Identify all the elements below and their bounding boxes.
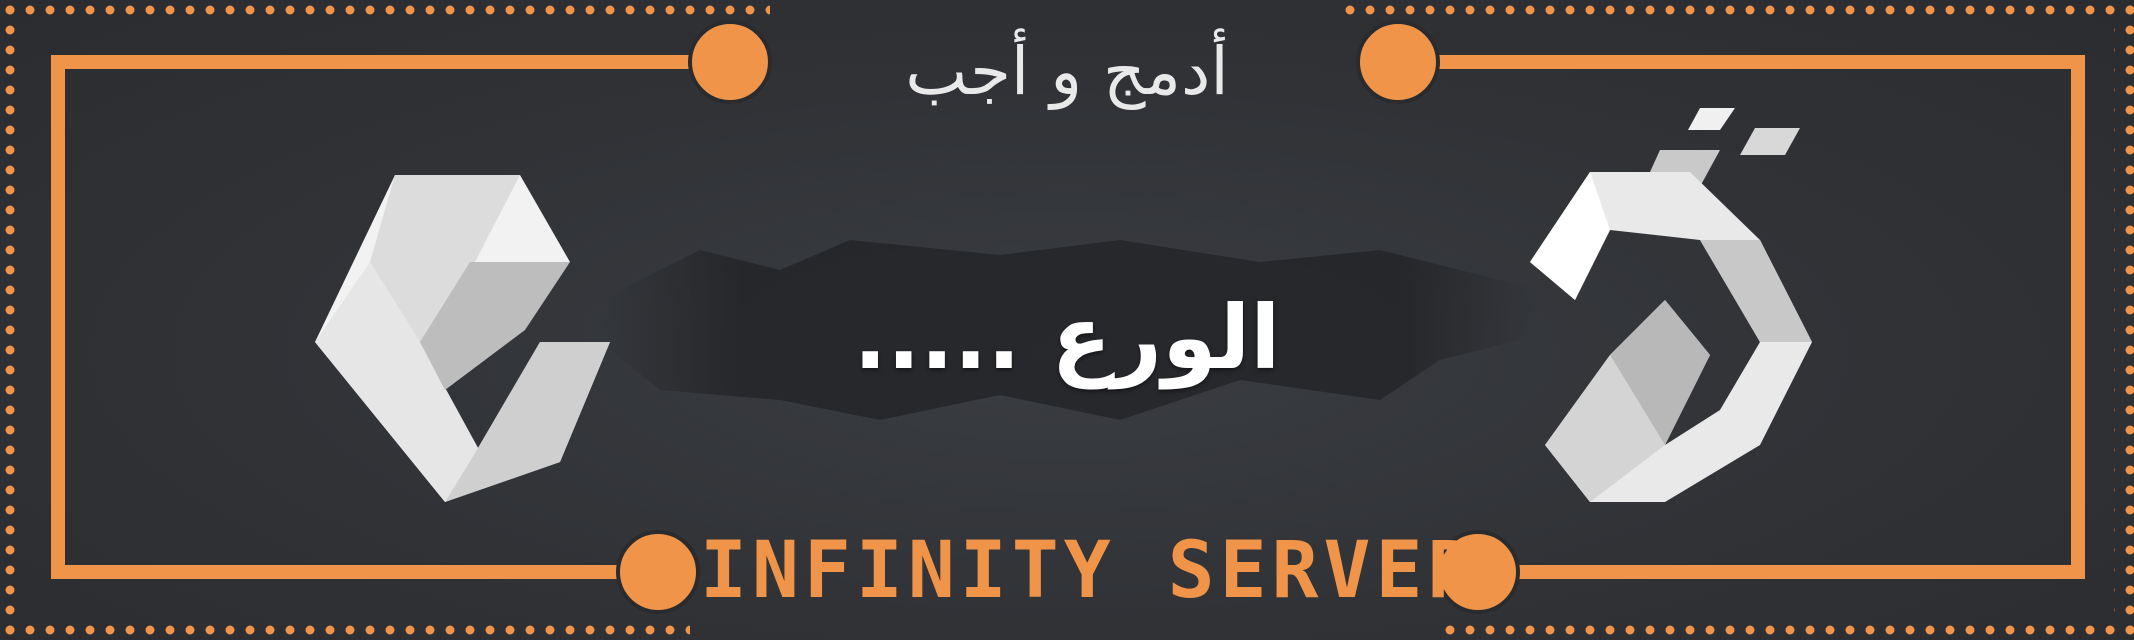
top-title: أدمج و أجب bbox=[905, 33, 1229, 110]
server-name: INFINITY SERVER bbox=[700, 526, 1480, 616]
infinity-hexagon-logo-icon bbox=[315, 175, 610, 502]
main-title: الورع ..... bbox=[853, 286, 1281, 389]
banner-image: أدمج و أجب الورع ..... INFINITY SERVER bbox=[0, 0, 2134, 640]
infinity-hexagon-logo-alt-icon bbox=[1530, 108, 1812, 502]
